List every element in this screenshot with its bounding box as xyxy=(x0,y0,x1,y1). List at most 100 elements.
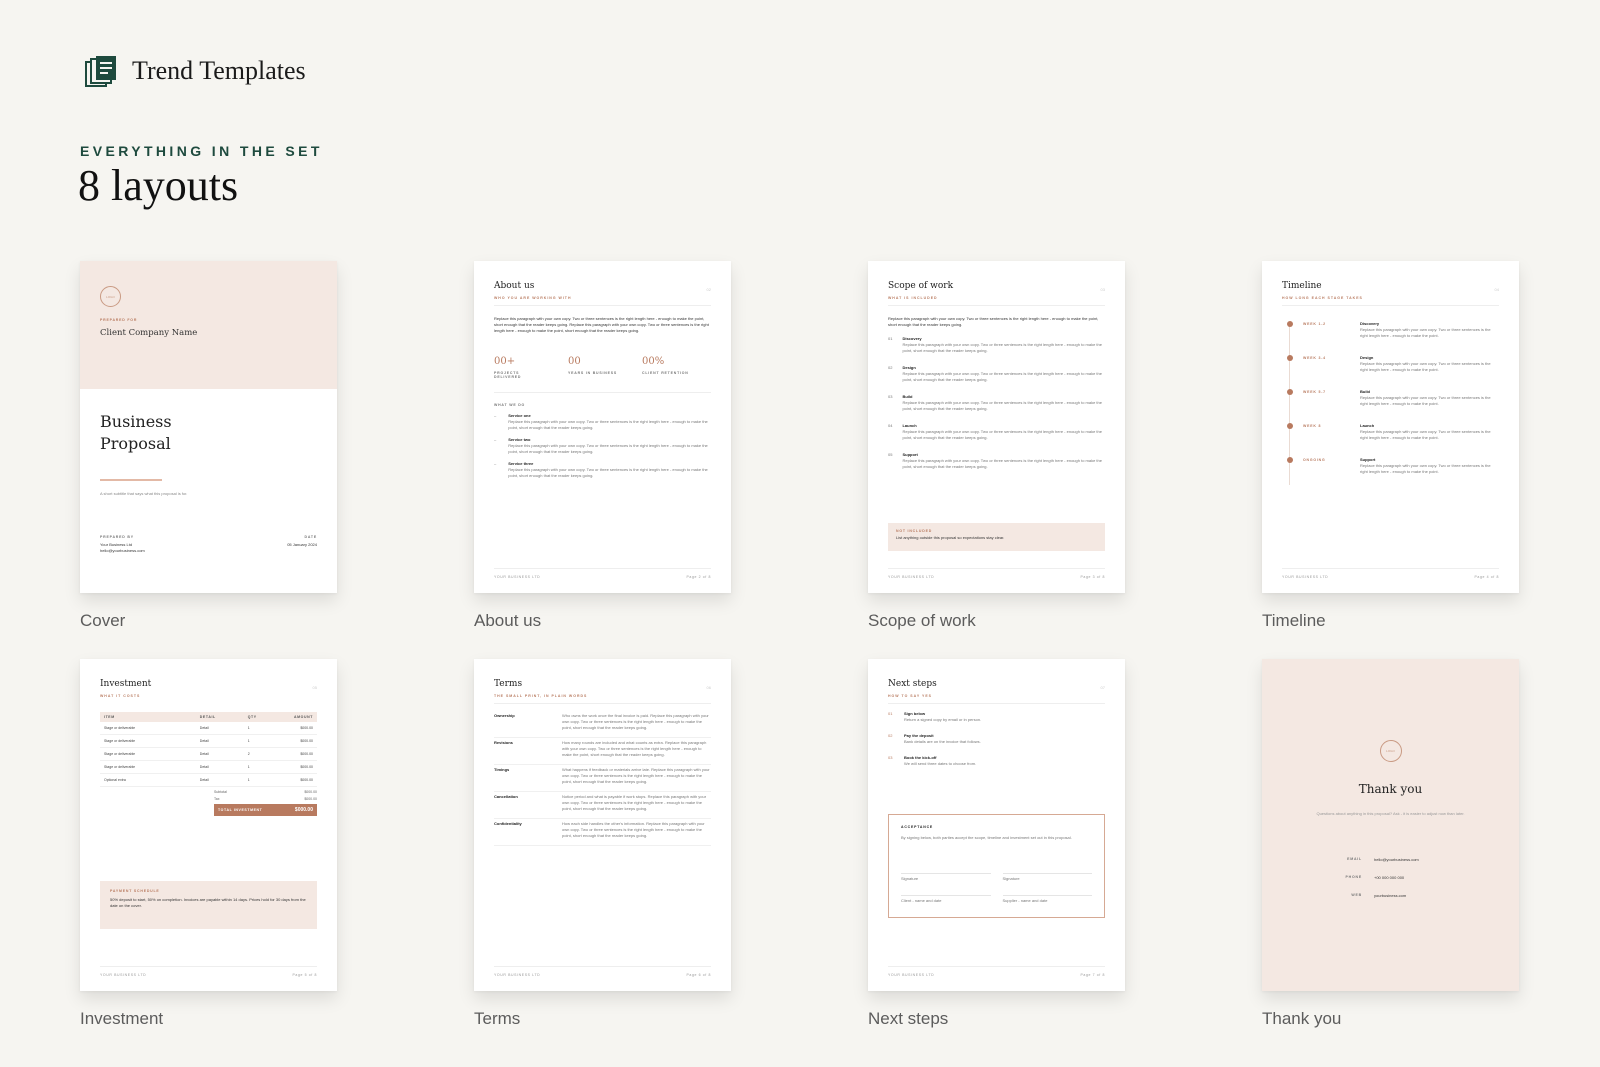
terms-list: Ownership Who owns the work once the fina… xyxy=(494,711,711,846)
cover-subtitle: A short subtitle that says what this pro… xyxy=(100,491,188,496)
scope-item: 01 Discovery Replace this paragraph with … xyxy=(888,336,1102,353)
cover-prepared-by-email: hello@yourbusiness.com xyxy=(100,548,145,553)
service-desc: Replace this paragraph with your own cop… xyxy=(508,443,708,454)
thanks-subtitle: Questions about anything in this proposa… xyxy=(1316,811,1465,816)
layout-card-cover[interactable]: LOGO PREPARED FOR Client Company Name Bu… xyxy=(80,261,337,593)
page-footer: YOUR BUSINESS LTD Page 3 of 8 xyxy=(888,568,1105,579)
signature-lines: Signature Signature xyxy=(901,873,1092,882)
layout-card-next-steps[interactable]: Next steps HOW TO SAY YES 07 01 Sign bel… xyxy=(868,659,1125,991)
service-item: – Service one Replace this paragraph with… xyxy=(494,413,711,431)
page-footer: YOUR BUSINESS LTD Page 5 of 8 xyxy=(100,966,317,977)
about-stats: 00+ PROJECTS DELIVERED 00 YEARS IN BUSIN… xyxy=(494,356,711,379)
cover-logo-circle: LOGO xyxy=(100,286,121,307)
page-subtitle: WHAT IT COSTS xyxy=(100,694,141,698)
total-bar: TOTAL INVESTMENT $000.00 xyxy=(214,804,317,816)
scope-intro: Replace this paragraph with your own cop… xyxy=(888,316,1099,327)
stat-label: PROJECTS DELIVERED xyxy=(494,371,522,379)
table-row: Stage or deliverable Detail 1 $000.00 xyxy=(100,735,317,748)
stat-item: 00% CLIENT RETENTION xyxy=(642,356,692,379)
layout-card-scope-of-work[interactable]: Scope of work WHAT IS INCLUDED 03 Replac… xyxy=(868,261,1125,593)
services-list: – Service one Replace this paragraph with… xyxy=(494,413,711,479)
step-item: 03 Book the kick-off We will send three d… xyxy=(888,755,977,766)
service-desc: Replace this paragraph with your own cop… xyxy=(508,467,708,478)
thanks-title: Thank you xyxy=(1358,782,1423,796)
stat-value: 00+ xyxy=(494,356,516,367)
stat-value: 00 xyxy=(568,356,581,367)
page-subtitle: WHO YOU ARE WORKING WITH xyxy=(494,296,572,300)
page-title: Terms xyxy=(494,679,523,689)
page-footer: YOUR BUSINESS LTD Page 4 of 8 xyxy=(1282,568,1499,579)
stat-label: CLIENT RETENTION xyxy=(642,371,689,375)
layout-card-terms[interactable]: Terms THE SMALL PRINT, IN PLAIN WORDS 06… xyxy=(474,659,731,991)
table-row: Stage or deliverable Detail 2 $000.00 xyxy=(100,748,317,761)
cover-divider xyxy=(100,479,162,481)
service-item: – Service three Replace this paragraph wi… xyxy=(494,461,711,479)
cover-client-name: Client Company Name xyxy=(100,328,198,338)
scope-item: 03 Build Replace this paragraph with your… xyxy=(888,394,1102,411)
section-headline: 8 layouts xyxy=(78,161,239,210)
caption-timeline: Timeline xyxy=(1262,611,1326,630)
page-rule xyxy=(1282,305,1499,306)
timeline-stage: WEEK 5-7 Build Replace this paragraph wit… xyxy=(1282,389,1499,423)
stat-item: 00+ PROJECTS DELIVERED xyxy=(494,356,544,379)
page-title: Next steps xyxy=(888,679,937,689)
contact-row: EMAIL hello@yourbusiness.com xyxy=(1347,857,1419,862)
page-title: Investment xyxy=(100,679,152,689)
layout-card-timeline[interactable]: Timeline HOW LONG EACH STAGE TAKES 04 WE… xyxy=(1262,261,1519,593)
timeline-stage: ONGOING Support Replace this paragraph wi… xyxy=(1282,457,1499,491)
cover-prepared-for-label: PREPARED FOR xyxy=(100,318,138,322)
timeline-dot xyxy=(1287,355,1293,361)
term-item: Confidentiality How each side handles the… xyxy=(494,819,711,846)
page-footer: YOUR BUSINESS LTD Page 7 of 8 xyxy=(888,966,1105,977)
stat-value: 00% xyxy=(642,356,665,367)
divider xyxy=(494,392,711,393)
page-footer: YOUR BUSINESS LTD Page 6 of 8 xyxy=(494,966,711,977)
step-item: 01 Sign below Return a signed copy by ema… xyxy=(888,711,982,722)
caption-terms: Terms xyxy=(474,1009,521,1028)
page-subtitle: WHAT IS INCLUDED xyxy=(888,296,938,300)
step-item: 02 Pay the deposit Bank details are on th… xyxy=(888,733,981,744)
timeline-dot xyxy=(1287,321,1293,327)
timeline-stage: WEEK 1-2 Discovery Replace this paragraph… xyxy=(1282,321,1499,355)
page-number: 04 xyxy=(1494,287,1499,292)
page-number: 07 xyxy=(1100,685,1105,690)
table-header: ITEM DETAIL QTY AMOUNT xyxy=(100,712,317,722)
cover-date-label: DATE xyxy=(304,535,317,539)
layout-card-thank-you[interactable]: LOGO Thank you Questions about anything … xyxy=(1262,659,1519,991)
page-subtitle: HOW LONG EACH STAGE TAKES xyxy=(1282,296,1363,300)
scope-item: 02 Design Replace this paragraph with you… xyxy=(888,365,1102,382)
page-number: 05 xyxy=(312,685,317,690)
layout-card-about-us[interactable]: About us WHO YOU ARE WORKING WITH 02 Rep… xyxy=(474,261,731,593)
caption-scope-of-work: Scope of work xyxy=(868,611,976,630)
page-title: Timeline xyxy=(1282,281,1322,291)
investment-table: ITEM DETAIL QTY AMOUNT Stage or delivera… xyxy=(100,712,317,787)
timeline-dot xyxy=(1287,389,1293,395)
what-we-do-label: WHAT WE DO xyxy=(494,403,526,407)
steps-list: 01 Sign below Return a signed copy by ema… xyxy=(888,711,1105,777)
table-row: Optional extra Detail 1 $000.00 xyxy=(100,774,317,787)
service-desc: Replace this paragraph with your own cop… xyxy=(508,419,708,430)
page-rule xyxy=(888,703,1105,704)
cover-prepared-by-label: PREPARED BY xyxy=(100,535,134,539)
payment-schedule-box: PAYMENT SCHEDULE 50% deposit to start, 5… xyxy=(100,881,317,929)
thanks-logo-circle: LOGO xyxy=(1379,740,1402,762)
term-item: Timings What happens if feedback or mater… xyxy=(494,765,711,792)
timeline-dot xyxy=(1287,457,1293,463)
page-number: 02 xyxy=(706,287,711,292)
layout-card-investment[interactable]: Investment WHAT IT COSTS 05 ITEM DETAIL … xyxy=(80,659,337,991)
page-rule xyxy=(494,703,711,704)
table-row: Stage or deliverable Detail 1 $000.00 xyxy=(100,722,317,735)
cover-header-band xyxy=(80,261,337,389)
page-title: About us xyxy=(494,281,535,291)
acceptance-box: ACCEPTANCE By signing below, both partie… xyxy=(888,814,1105,918)
not-included-box: NOT INCLUDED List anything outside this … xyxy=(888,523,1105,551)
page-rule xyxy=(888,305,1105,306)
stat-item: 00 YEARS IN BUSINESS xyxy=(568,356,618,379)
contact-row: PHONE +00 000 000 000 xyxy=(1345,875,1405,880)
page-subtitle: HOW TO SAY YES xyxy=(888,694,933,698)
brand[interactable]: Trend Templates xyxy=(84,54,306,88)
page-title: Scope of work xyxy=(888,281,954,291)
brand-name: Trend Templates xyxy=(132,56,306,85)
section-eyebrow: EVERYTHING IN THE SET xyxy=(80,143,323,159)
caption-next-steps: Next steps xyxy=(868,1009,949,1028)
